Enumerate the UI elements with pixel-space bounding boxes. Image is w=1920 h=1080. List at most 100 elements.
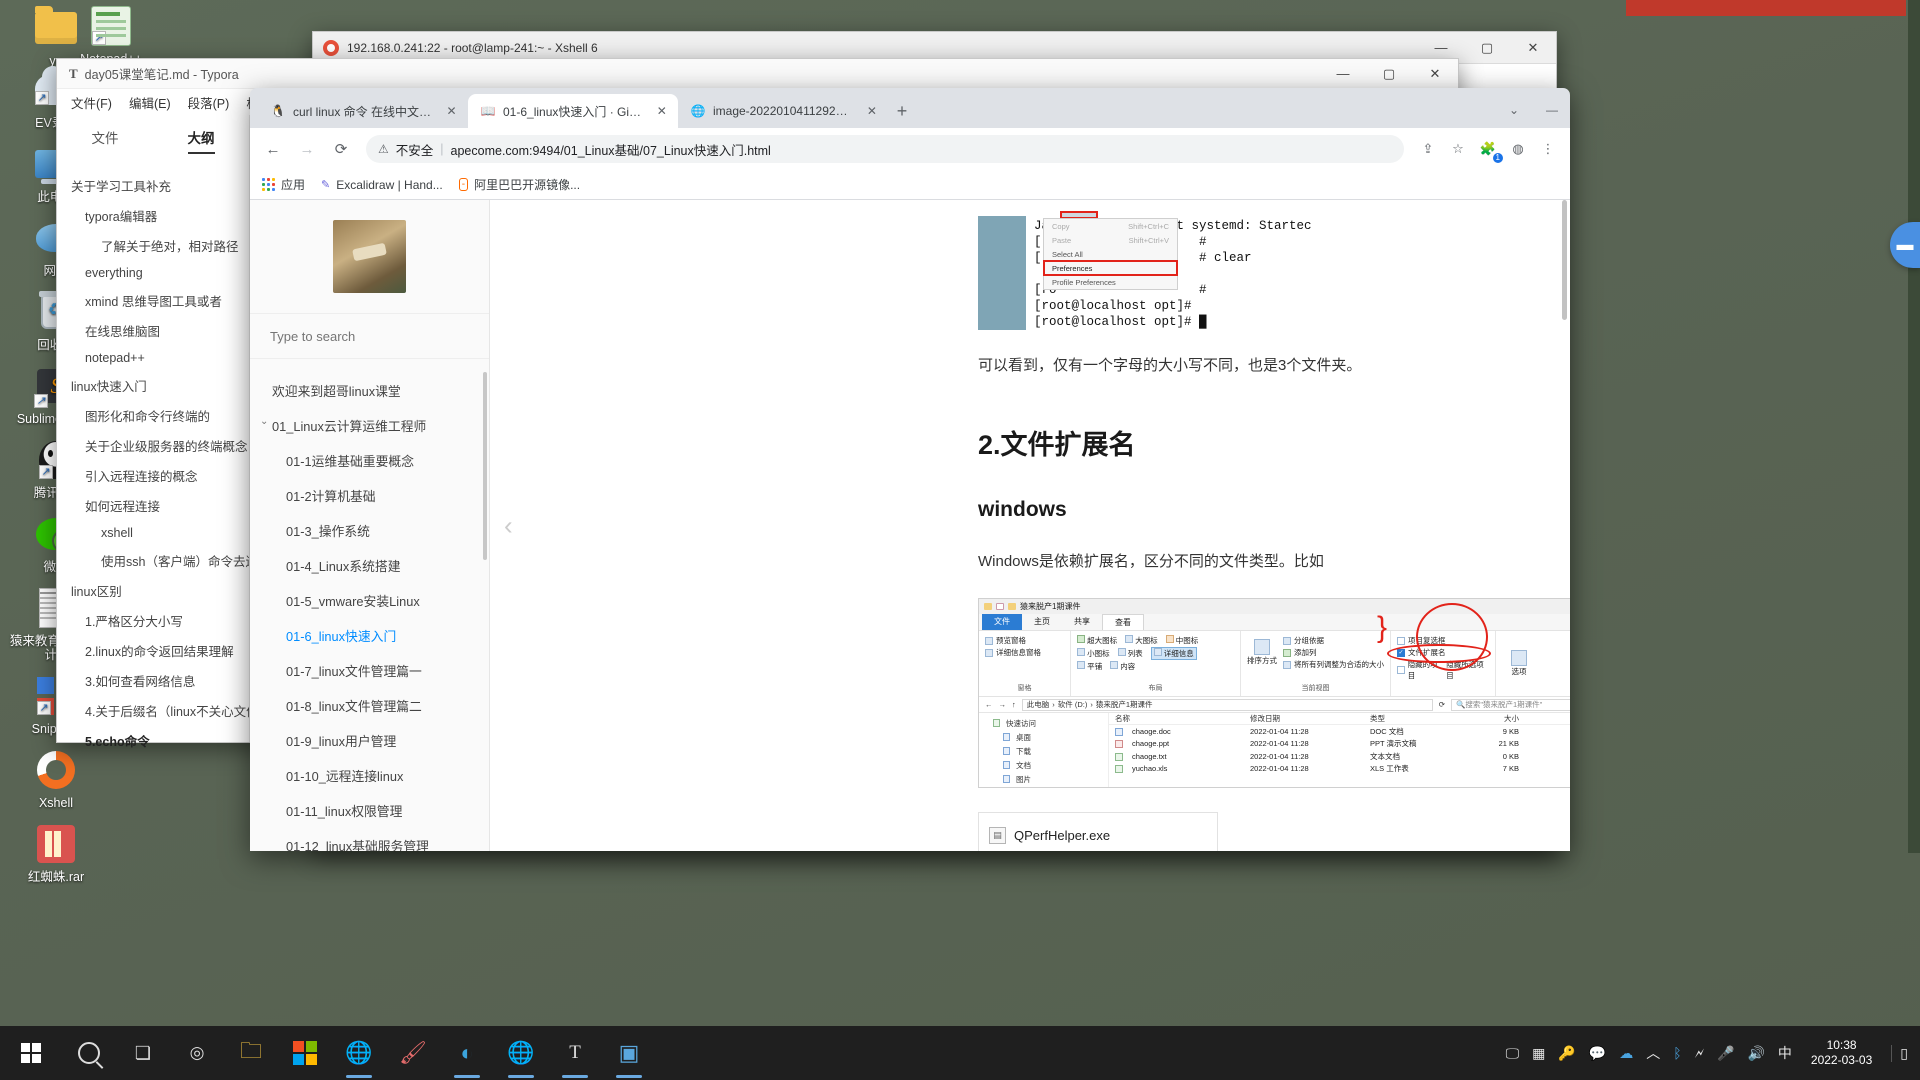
profile-icon[interactable]: ◍ xyxy=(1504,135,1532,163)
back-button[interactable]: ← xyxy=(258,134,288,164)
gitbook-nav-item[interactable]: 01-10_远程连接linux xyxy=(250,758,489,793)
browser-tab-curl-manual[interactable]: 🐧 curl linux 命令 在线中文手册 ✕ xyxy=(258,94,468,128)
outline-item[interactable]: typora编辑器 xyxy=(57,200,249,230)
forward-icon[interactable]: → xyxy=(999,700,1007,709)
explorer-tree-item[interactable]: 图片 xyxy=(983,772,1104,786)
outline-item[interactable]: everything xyxy=(57,260,249,285)
close-button[interactable]: ✕ xyxy=(1412,58,1458,90)
refresh-icon[interactable]: ⟳ xyxy=(1439,700,1445,709)
tab-files[interactable]: 文件 xyxy=(92,127,119,154)
ribbon-item[interactable]: 超大图标 xyxy=(1077,635,1117,646)
outline-item[interactable]: 使用ssh（客户端）命令去连接 xyxy=(57,545,249,575)
context-menu-item[interactable]: Copy Shift+Ctrl+C xyxy=(1044,219,1177,233)
browser-tab-gitbook[interactable]: 📖 01-6_linux快速入门 · GitBook ✕ xyxy=(468,94,678,128)
chat-icon[interactable]: 💬 xyxy=(1589,1045,1606,1062)
outline-item[interactable]: 2.linux的命令返回结果理解 xyxy=(57,635,249,665)
ribbon-item[interactable]: 平铺 xyxy=(1077,661,1102,672)
menu-paragraph[interactable]: 段落(P) xyxy=(188,93,230,112)
bookmark-alibaba-mirror[interactable]: - 阿里巴巴开源镜像... xyxy=(458,176,580,193)
bookmark-apps[interactable]: 应用 xyxy=(262,176,305,193)
gitbook-nav-item[interactable]: 01-6_linux快速入门 xyxy=(250,618,489,653)
outline-item[interactable]: 图形化和命令行终端的 xyxy=(57,400,249,430)
taskbar-chrome[interactable]: 🌐 xyxy=(332,1026,386,1080)
ribbon-tab-file[interactable]: 文件 xyxy=(982,614,1022,630)
share-icon[interactable]: ⇪ xyxy=(1414,135,1442,163)
tab-list-chevron-down-icon[interactable]: ⌄ xyxy=(1496,96,1532,124)
outline-item[interactable]: notepad++ xyxy=(57,345,249,370)
explorer-tree-item[interactable]: 快速访问 xyxy=(983,716,1104,730)
taskbar-paint[interactable]: 🖌 xyxy=(386,1026,440,1080)
tab-close-icon[interactable]: ✕ xyxy=(865,104,879,118)
ribbon-item-label[interactable]: 排序方式 xyxy=(1247,655,1277,666)
tab-close-icon[interactable]: ✕ xyxy=(444,104,459,118)
outline-item[interactable]: 1.严格区分大小写 xyxy=(57,605,249,635)
bookmark-star-icon[interactable]: ☆ xyxy=(1444,135,1472,163)
context-menu-item[interactable]: Preferences xyxy=(1043,260,1178,276)
taskbar-chrome-2[interactable]: 🌐 xyxy=(494,1026,548,1080)
content-scrollbar[interactable] xyxy=(1562,200,1567,320)
ribbon-tab-view[interactable]: 查看 xyxy=(1102,614,1144,630)
chevron-down-icon[interactable]: ⌄ xyxy=(260,416,268,427)
breadcrumb-drive-d[interactable]: 软件 (D:) xyxy=(1058,699,1088,710)
back-icon[interactable]: ← xyxy=(985,700,993,709)
outline-item[interactable]: 3.如何查看网络信息 xyxy=(57,665,249,695)
explorer-tree-item[interactable]: 下载 xyxy=(983,744,1104,758)
volume-icon[interactable]: 🔊 xyxy=(1747,1045,1764,1062)
outline-item[interactable]: 了解关于绝对，相对路径 xyxy=(57,230,249,260)
ribbon-tab-home[interactable]: 主页 xyxy=(1022,614,1062,630)
column-header-type[interactable]: 类型 xyxy=(1364,713,1459,724)
table-row[interactable]: chaoge.doc 2022-01-04 11:28 DOC 文档 9 KB xyxy=(1109,725,1570,738)
outline-item[interactable]: 5.echo命令 xyxy=(57,725,249,755)
gitbook-nav-item[interactable]: ⌄ 01_Linux云计算运维工程师 xyxy=(250,408,489,443)
ribbon-item-label[interactable]: 选项 xyxy=(1512,666,1527,677)
chrome-window[interactable]: 🐧 curl linux 命令 在线中文手册 ✕ 📖 01-6_linux快速入… xyxy=(250,88,1570,851)
bookmark-excalidraw[interactable]: ✎ Excalidraw | Hand... xyxy=(321,178,443,192)
breadcrumb-folder[interactable]: 猿来脱产1期课件 xyxy=(1096,699,1153,710)
maximize-button[interactable]: ▢ xyxy=(1464,32,1510,64)
outline-item[interactable]: linux快速入门 xyxy=(57,370,249,400)
ribbon-item[interactable]: 详细信息窗格 xyxy=(985,647,1064,658)
up-arrow-icon[interactable]: ︿ xyxy=(1646,1043,1660,1063)
show-desktop-icon[interactable]: ▯ xyxy=(1891,1044,1908,1062)
maximize-button[interactable]: ▢ xyxy=(1366,58,1412,90)
cloud-icon[interactable]: ☁ xyxy=(1619,1045,1633,1062)
ribbon-item[interactable]: 添加列 xyxy=(1283,647,1384,658)
ribbon-tab-share[interactable]: 共享 xyxy=(1062,614,1102,630)
up-icon[interactable]: ↑ xyxy=(1012,700,1016,709)
gitbook-nav-item[interactable]: 01-11_linux权限管理 xyxy=(250,793,489,828)
browser-tab-image[interactable]: 🌐 image-20220104112923872.p ✕ xyxy=(678,94,888,128)
taskbar-edge[interactable]: ◐ xyxy=(440,1026,494,1080)
previous-page-chevron-icon[interactable]: ‹ xyxy=(504,510,513,541)
menu-edit[interactable]: 编辑(E) xyxy=(129,93,171,112)
start-button[interactable] xyxy=(0,1026,62,1080)
outline-item[interactable]: 引入远程连接的概念 xyxy=(57,460,249,490)
new-tab-button[interactable]: + xyxy=(888,97,916,125)
outline-item[interactable]: 如何远程连接 xyxy=(57,490,249,520)
outline-item[interactable]: 关于企业级服务器的终端概念 xyxy=(57,430,249,460)
taskbar-store[interactable] xyxy=(278,1026,332,1080)
desktop-icon-notepadpp[interactable]: ↗ Notepad++ xyxy=(57,2,165,66)
breadcrumb-this-pc[interactable]: 此电脑 xyxy=(1027,699,1050,710)
explorer-tree-item[interactable]: 桌面 xyxy=(983,730,1104,744)
taskbar-file-explorer[interactable]: 🗀 xyxy=(224,1026,278,1080)
gitbook-nav-item[interactable]: 01-3_操作系统 xyxy=(250,513,489,548)
gitbook-search-box[interactable] xyxy=(250,313,489,359)
ribbon-item[interactable]: 大图标 xyxy=(1125,635,1158,646)
tab-close-icon[interactable]: ✕ xyxy=(655,104,669,118)
forward-button[interactable]: → xyxy=(292,134,322,164)
mic-icon[interactable]: 🎤 xyxy=(1717,1045,1734,1062)
minimize-button[interactable]: — xyxy=(1534,96,1570,124)
menu-file[interactable]: 文件(F) xyxy=(71,93,112,112)
floating-action-button[interactable]: ▬ xyxy=(1890,222,1920,268)
close-button[interactable]: ✕ xyxy=(1510,32,1556,64)
gitbook-nav-item[interactable]: 01-8_linux文件管理篇二 xyxy=(250,688,489,723)
table-row[interactable]: yuchao.xls 2022-01-04 11:28 XLS 工作表 7 KB xyxy=(1109,763,1570,776)
explorer-tree-item[interactable]: 文档 xyxy=(983,758,1104,772)
gitbook-nav-item[interactable]: 01-1运维基础重要概念 xyxy=(250,443,489,478)
outline-item[interactable]: xmind 思维导图工具或者 xyxy=(57,285,249,315)
grid-icon[interactable]: ▦ xyxy=(1532,1045,1545,1062)
ribbon-item[interactable]: 分组依据 xyxy=(1283,635,1384,646)
ribbon-item[interactable]: 列表 xyxy=(1117,648,1143,659)
key-icon[interactable]: 🔑 xyxy=(1558,1045,1575,1062)
desktop-icon-hongzhizhu-rar[interactable]: 红蜘蛛.rar xyxy=(2,820,110,884)
